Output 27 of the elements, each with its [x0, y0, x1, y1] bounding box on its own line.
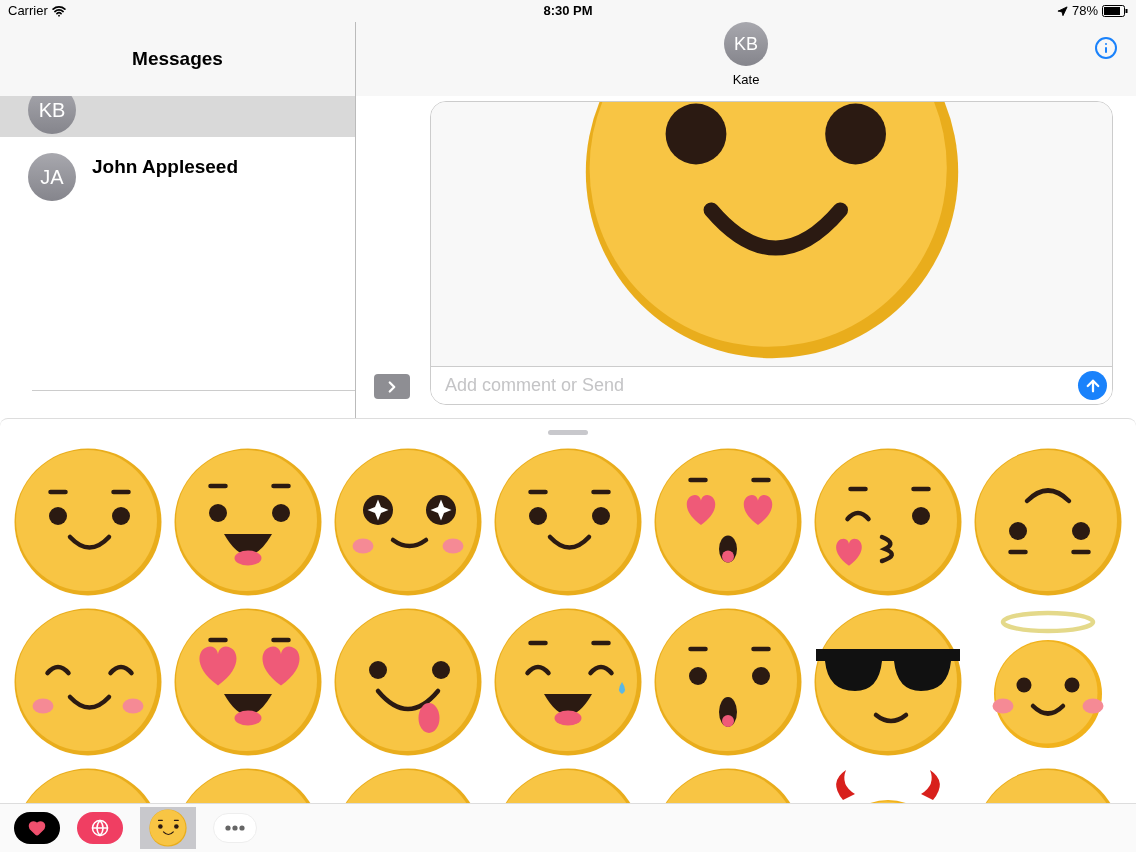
avatar: JA	[28, 153, 76, 201]
drawer-handle[interactable]	[548, 430, 588, 436]
battery-percent: 78%	[1071, 2, 1098, 21]
contact-name: Kate	[732, 71, 760, 89]
avatar: KB	[28, 96, 76, 134]
emoji-sticker[interactable]	[813, 606, 963, 757]
globe-icon	[91, 819, 109, 838]
expand-button[interactable]	[374, 374, 410, 399]
wifi-icon	[51, 4, 66, 18]
comment-field[interactable]: Add comment or Send	[445, 372, 1078, 399]
send-button[interactable]	[1078, 371, 1107, 400]
info-icon[interactable]	[1094, 36, 1118, 60]
ellipsis-icon	[225, 825, 245, 832]
avatar: KB	[724, 22, 768, 66]
location-icon	[1056, 5, 1068, 17]
app-icon[interactable]	[14, 812, 60, 845]
emoji-sticker[interactable]	[333, 446, 483, 597]
more-button[interactable]	[213, 813, 257, 844]
emoji-sticker[interactable]	[493, 606, 643, 757]
emoji-sticker[interactable]	[173, 606, 323, 757]
heart-icon	[28, 819, 46, 838]
sidebar-title: Messages	[132, 46, 223, 71]
clock-time: 8:30 PM	[543, 2, 593, 21]
contact-name: John Appleseed	[92, 155, 239, 179]
emoji-icon	[149, 809, 187, 848]
battery-icon	[1102, 5, 1128, 17]
carrier-label: Carrier	[8, 2, 48, 21]
